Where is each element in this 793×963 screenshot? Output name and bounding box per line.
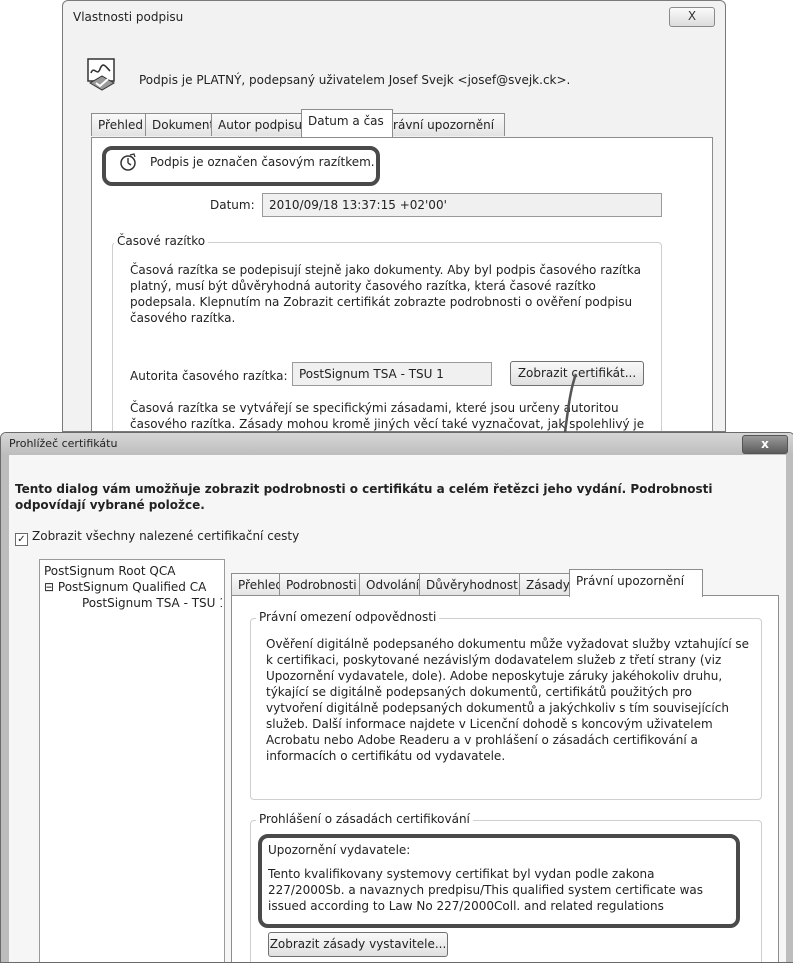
certificate-viewer-intro: Tento dialog vám umožňuje zobrazit podro… [15,482,713,512]
tab-cert-trust[interactable]: Důvěryhodnost [419,573,533,596]
issuer-notice-heading: Upozornění vydavatele: [268,843,411,857]
show-all-paths-label: Zobrazit všechny nalezené certifikační c… [32,529,300,543]
show-all-paths-checkbox[interactable]: ✓ Zobrazit všechny nalezené certifikační … [15,529,299,546]
timestamp-description: Časová razítka se podepisují stejně jako… [130,263,641,325]
signature-dialog-close-button[interactable]: X [669,7,715,27]
tab-cert-legal-notice[interactable]: Právní upozornění [569,569,703,597]
tree-collapse-icon[interactable]: ⊟ [44,580,54,594]
certificate-viewer-dialog: Prohlížeč certifikátu x Tento dialog vám… [0,432,793,963]
certificate-viewer-close-button[interactable]: x [742,435,788,454]
certificate-viewer-body: Tento dialog vám umožňuje zobrazit podro… [9,455,786,962]
signature-dialog-title: Vlastnosti podpisu [73,10,184,24]
tree-item-root[interactable]: PostSignum Root QCA [44,564,222,578]
certificate-chain-tree: PostSignum Root QCA ⊟ PostSignum Qualifi… [39,559,225,962]
timestamp-group-label: Časové razítko [114,234,209,248]
liability-text: Ověření digitálně podepsaného dokumentu … [266,637,750,763]
policy-group-label: Prohlášení o zásadách certifikování [256,812,473,826]
checkbox-checked-icon[interactable]: ✓ [15,533,28,546]
legal-notice-pane: Právní omezení odpovědnosti Ověření digi… [231,595,779,962]
certificate-viewer-titlebar[interactable]: Prohlížeč certifikátu x [1,433,793,455]
signature-pen-icon [87,58,115,91]
date-time-pane: Podpis je označen časovým razítkem. Datu… [91,137,713,431]
tab-date-time[interactable]: Datum a čas [301,109,393,137]
tree-item-qualified-ca-label: PostSignum Qualified CA [57,580,207,594]
signature-status-text: Podpis je PLATNÝ, podepsaný uživatelem J… [139,73,571,87]
authority-value-field: PostSignum TSA - TSU 1 [292,362,492,386]
show-issuer-policy-button[interactable]: Zobrazit zásady vystavitele... [268,932,448,957]
window-frame-right [786,455,793,962]
window-frame-left [1,455,9,962]
liability-group-label: Právní omezení odpovědnosti [256,610,440,624]
signature-properties-dialog: Vlastnosti podpisu X Podpis je PLATNÝ, p… [62,0,726,432]
certificate-viewer-title: Prohlížeč certifikátu [9,437,118,450]
tab-legal-notice[interactable]: Právní upozornění [379,113,505,136]
timestamp-clock-icon [120,153,136,171]
signature-dialog-titlebar[interactable]: Vlastnosti podpisu X [63,1,725,31]
date-label: Datum: [210,198,255,212]
date-value-field: 2010/09/18 13:37:15 +02'00' [262,193,662,217]
authority-label: Autorita časového razítka: [130,369,288,383]
tree-item-tsa[interactable]: PostSignum TSA - TSU 1 [82,596,222,610]
tree-item-qualified-ca[interactable]: ⊟ PostSignum Qualified CA [44,580,222,594]
tab-signer[interactable]: Autor podpisu [211,113,315,136]
timestamp-status-text: Podpis je označen časovým razítkem. [150,155,375,169]
issuer-notice-text: Tento kvalifikovany systemovy certifikat… [268,867,704,913]
